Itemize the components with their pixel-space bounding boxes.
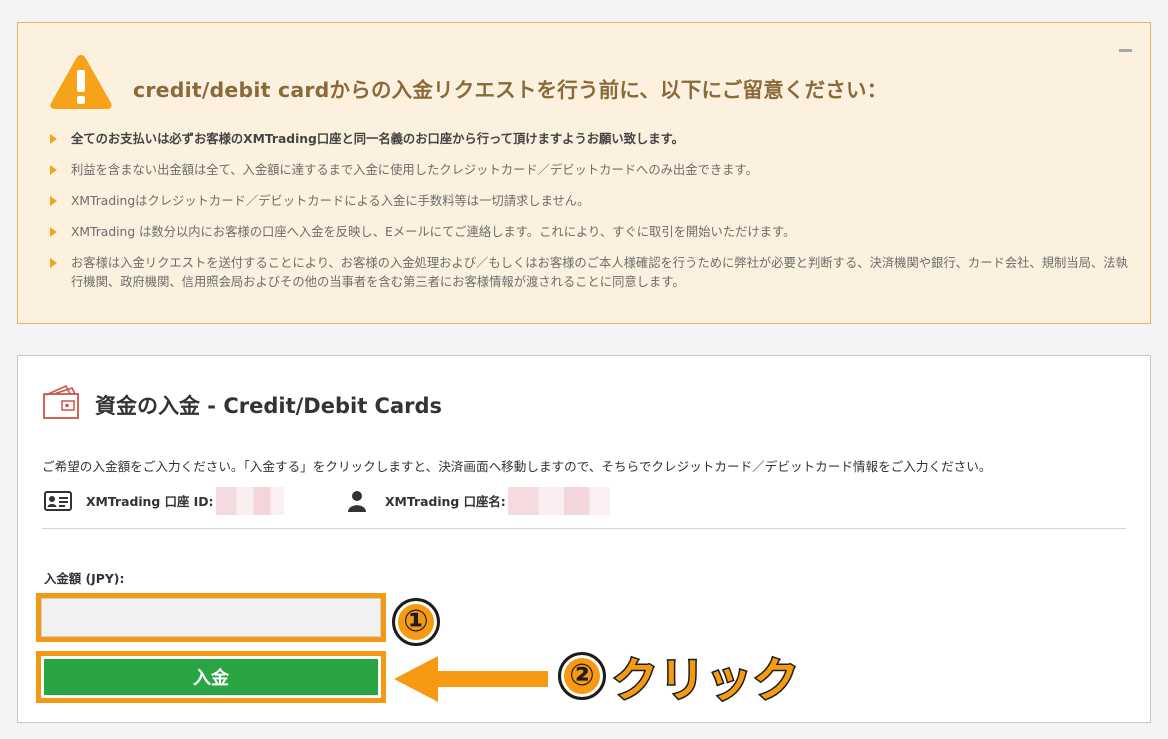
- step2-annotation: ②: [558, 652, 606, 700]
- deposit-notice: credit/debit cardからの入金リクエストを行う前に、以下にご留意く…: [17, 22, 1151, 324]
- notice-item: XMTradingはクレジットカード／デビットカードによる入金に手数料等は一切請…: [49, 192, 1129, 210]
- bullet-arrow-icon: [50, 227, 57, 237]
- deposit-heading: 資金の入金 - Credit/Debit Cards: [95, 394, 443, 418]
- submit-highlight-frame: 入金: [36, 651, 386, 703]
- collapse-minus-icon[interactable]: [1119, 49, 1132, 52]
- account-name-label: XMTrading 口座名:: [385, 494, 506, 509]
- notice-item-text: 利益を含まない出金額は全て、入金額に達するまで入金に使用したクレジットカード／デ…: [71, 163, 758, 177]
- notice-item: XMTrading は数分以内にお客様の口座へ入金を反映し、Eメールにてご連絡し…: [49, 223, 1129, 241]
- notice-item: 利益を含まない出金額は全て、入金額に達するまで入金に使用したクレジットカード／デ…: [49, 161, 1129, 179]
- notice-item-text: XMTrading は数分以内にお客様の口座へ入金を反映し、Eメールにてご連絡し…: [71, 225, 796, 239]
- notice-item: 全てのお支払いは必ずお客様のXMTrading口座と同一名義のお口座から行って頂…: [49, 130, 1129, 148]
- account-name-row: XMTrading 口座名:: [343, 486, 610, 516]
- deposit-instruction: ご希望の入金額をご入力ください。「入金する」をクリックしますと、決済画面へ移動し…: [42, 459, 992, 474]
- divider: [42, 528, 1126, 529]
- bullet-arrow-icon: [50, 196, 57, 206]
- id-card-icon: [44, 491, 72, 511]
- wallet-icon: [43, 384, 79, 419]
- notice-list: 全てのお支払いは必ずお客様のXMTrading口座と同一名義のお口座から行って頂…: [49, 130, 1129, 305]
- user-icon: [348, 491, 366, 512]
- warning-triangle-icon: [50, 55, 112, 109]
- step1-annotation: ①: [392, 598, 440, 646]
- arrow-left-icon: [394, 656, 548, 702]
- notice-item: お客様は入金リクエストを送付することにより、お客様の入金処理および／もしくはお客…: [49, 254, 1129, 292]
- account-id-label: XMTrading 口座 ID:: [86, 494, 214, 509]
- amount-highlight-frame: [36, 593, 386, 642]
- deposit-submit-button[interactable]: 入金: [44, 659, 378, 695]
- bullet-arrow-icon: [50, 165, 57, 175]
- amount-label: 入金額 (JPY):: [44, 571, 125, 586]
- notice-item-text: 全てのお支払いは必ずお客様のXMTrading口座と同一名義のお口座から行って頂…: [71, 132, 684, 146]
- click-annotation-text: クリック: [611, 652, 801, 709]
- notice-title: credit/debit cardからの入金リクエストを行う前に、以下にご留意く…: [133, 78, 888, 102]
- notice-item-text: お客様は入金リクエストを送付することにより、お客様の入金処理および／もしくはお客…: [71, 256, 1128, 289]
- notice-item-text: XMTradingはクレジットカード／デビットカードによる入金に手数料等は一切請…: [71, 194, 590, 208]
- account-id-row: XMTrading 口座 ID:: [44, 486, 284, 516]
- bullet-arrow-icon: [50, 258, 57, 268]
- account-id-value-redacted: [215, 487, 284, 515]
- bullet-arrow-icon: [50, 134, 57, 144]
- amount-input[interactable]: [41, 598, 381, 637]
- account-name-value-redacted: [507, 487, 610, 515]
